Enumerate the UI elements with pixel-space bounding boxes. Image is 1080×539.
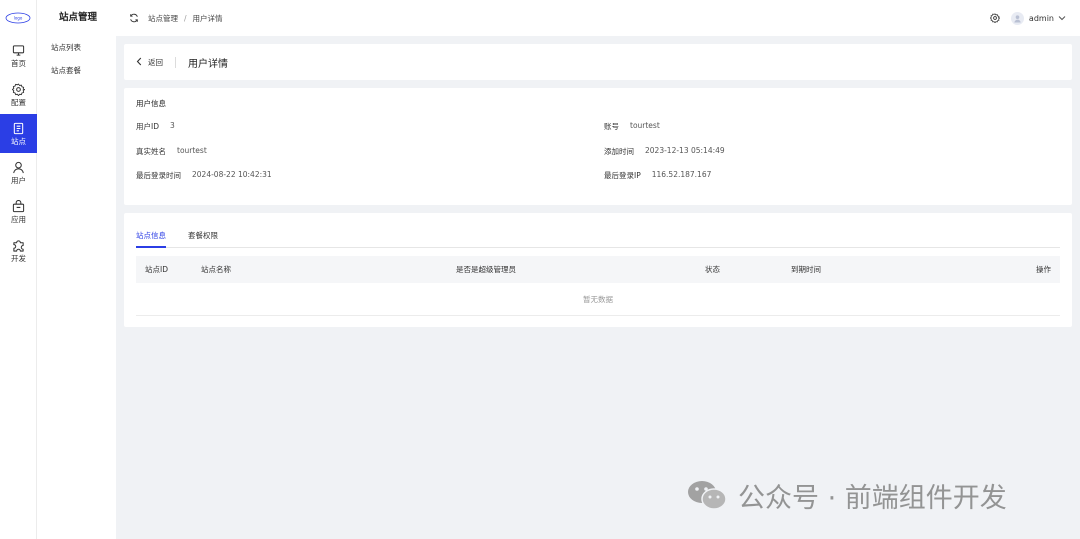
field-value: tourtest xyxy=(630,121,660,130)
username[interactable]: admin xyxy=(1029,14,1054,23)
tab-site-info[interactable]: 站点信息 xyxy=(136,230,166,248)
field-value: 3 xyxy=(170,121,175,130)
empty-state: 暂无数据 xyxy=(136,283,1060,316)
field-last-login-time: 最后登录时间 2024-08-22 10:42:31 xyxy=(136,170,272,181)
field-last-login-ip: 最后登录IP 116.52.187.167 xyxy=(604,170,711,181)
document-icon xyxy=(12,122,26,136)
field-label: 账号 xyxy=(604,122,619,131)
column-header-site-id: 站点ID xyxy=(145,265,168,274)
field-label: 真实姓名 xyxy=(136,147,166,156)
page-header-card: 返回 用户详情 xyxy=(124,44,1072,80)
column-header-is-super-admin: 是否是超级管理员 xyxy=(456,265,516,274)
chevron-left-icon xyxy=(136,57,142,68)
submenu-title: 站点管理 xyxy=(59,12,98,23)
settings-icon[interactable] xyxy=(989,12,1001,24)
tab-plan-permissions[interactable]: 套餐权限 xyxy=(188,230,218,247)
main-content: 返回 用户详情 用户信息 用户ID 3 账号 tourtest 真实姓名 tou… xyxy=(124,44,1072,327)
submenu-item-site-list[interactable]: 站点列表 xyxy=(37,36,116,59)
field-value: 116.52.187.167 xyxy=(651,170,712,179)
breadcrumb-separator: / xyxy=(184,13,187,23)
breadcrumb-item-site-management[interactable]: 站点管理 xyxy=(148,13,178,24)
watermark-text: 公众号 · 前端组件开发 xyxy=(738,482,1007,514)
rail-item-apps[interactable]: 应用 xyxy=(0,192,37,231)
header-user-area: admin xyxy=(989,11,1066,25)
puzzle-icon xyxy=(12,239,26,253)
field-label: 最后登录时间 xyxy=(136,171,181,180)
site-table-card: 站点信息 套餐权限 站点ID 站点名称 是否是超级管理员 状态 到期时间 操作 … xyxy=(124,213,1072,327)
gear-icon xyxy=(12,83,26,97)
rail-item-label: 站点 xyxy=(11,136,26,146)
icon-rail: logo 首页 配置 站点 用户 应用 开发 xyxy=(0,0,37,539)
top-header: 站点管理 / 用户详情 admin xyxy=(116,0,1080,36)
breadcrumb: 站点管理 / 用户详情 xyxy=(148,13,223,24)
column-header-expiry-time: 到期时间 xyxy=(791,265,821,274)
bag-icon xyxy=(12,200,26,214)
chevron-down-icon[interactable] xyxy=(1058,15,1066,21)
avatar[interactable] xyxy=(1010,11,1024,25)
rail-item-user[interactable]: 用户 xyxy=(0,153,37,192)
rail-item-home[interactable]: 首页 xyxy=(0,36,37,75)
field-real-name: 真实姓名 tourtest xyxy=(136,146,207,157)
wechat-icon xyxy=(686,479,728,511)
watermark: 公众号 · 前端组件开发 xyxy=(686,476,1007,514)
monitor-icon xyxy=(12,44,26,58)
field-label: 最后登录IP xyxy=(604,171,641,180)
rail-item-config[interactable]: 配置 xyxy=(0,75,37,114)
back-button[interactable]: 返回 xyxy=(136,57,163,68)
column-header-site-name: 站点名称 xyxy=(201,265,231,274)
field-account: 账号 tourtest xyxy=(604,121,660,132)
user-icon xyxy=(12,161,26,175)
column-header-actions: 操作 xyxy=(1036,265,1051,274)
page-title: 用户详情 xyxy=(188,58,228,70)
field-label: 用户ID xyxy=(136,122,159,131)
rail-item-label: 配置 xyxy=(11,97,26,107)
field-value: tourtest xyxy=(177,146,207,155)
breadcrumb-item-user-detail: 用户详情 xyxy=(192,13,223,23)
back-label: 返回 xyxy=(148,57,163,67)
section-title: 用户信息 xyxy=(136,99,166,108)
field-user-id: 用户ID 3 xyxy=(136,121,175,132)
rail-item-label: 开发 xyxy=(11,253,26,263)
rail-item-dev[interactable]: 开发 xyxy=(0,231,37,270)
svg-text:logo: logo xyxy=(14,16,23,21)
tab-bar: 站点信息 套餐权限 xyxy=(136,213,1060,248)
column-header-status: 状态 xyxy=(705,265,720,274)
rail-item-site[interactable]: 站点 xyxy=(0,114,37,153)
submenu-item-site-plans[interactable]: 站点套餐 xyxy=(37,59,116,82)
table-header: 站点ID 站点名称 是否是超级管理员 状态 到期时间 操作 xyxy=(136,256,1060,283)
app-logo[interactable]: logo xyxy=(0,0,36,36)
field-created-at: 添加时间 2023-12-13 05:14:49 xyxy=(604,146,725,157)
user-info-card: 用户信息 用户ID 3 账号 tourtest 真实姓名 tourtest 添加… xyxy=(124,88,1072,205)
rail-item-label: 首页 xyxy=(11,58,26,68)
submenu: 站点管理 站点列表 站点套餐 xyxy=(37,0,116,539)
field-value: 2023-12-13 05:14:49 xyxy=(645,146,725,155)
field-value: 2024-08-22 10:42:31 xyxy=(192,170,272,179)
divider xyxy=(175,56,176,68)
rail-item-label: 用户 xyxy=(11,175,26,185)
rail-item-label: 应用 xyxy=(11,214,26,224)
refresh-icon[interactable] xyxy=(128,12,140,24)
field-label: 添加时间 xyxy=(604,147,634,156)
